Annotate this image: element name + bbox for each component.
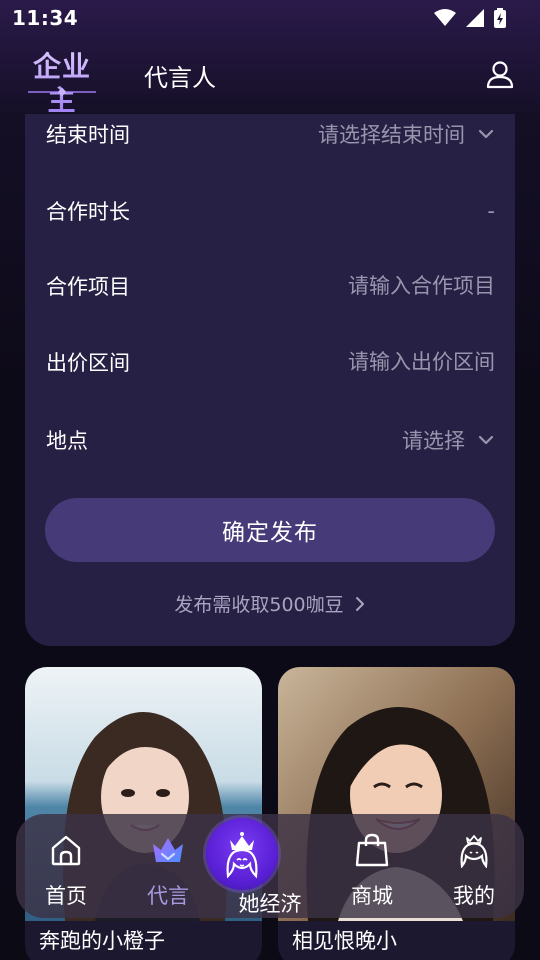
status-time: 11:34	[12, 6, 79, 30]
person-icon	[460, 835, 488, 868]
profile-name: 奔跑的小橙子	[39, 929, 165, 953]
nav-item-endorse[interactable]: 代言	[118, 814, 218, 918]
publish-form-card: 结束时间 请选择结束时间 合作时长 - 合作项目 出价区间 地点 请选择 确定发…	[25, 114, 515, 646]
end-time-select[interactable]: 请选择结束时间	[318, 119, 495, 149]
brand-title: 企业主	[24, 50, 100, 118]
confirm-publish-button[interactable]: 确定发布	[45, 498, 495, 562]
status-icons	[434, 8, 506, 28]
nav-label-mall: 商城	[351, 884, 393, 908]
nav-item-mine[interactable]: 我的	[424, 814, 524, 918]
form-row-project[interactable]: 合作项目	[25, 262, 515, 310]
duration-value: -	[487, 199, 495, 223]
crown-badge-icon	[153, 838, 183, 862]
nav-item-mall[interactable]: 商城	[322, 814, 422, 918]
wifi-icon	[434, 9, 456, 26]
chevron-down-icon	[478, 129, 494, 139]
battery-icon	[494, 8, 506, 28]
shopping-bag-icon	[355, 833, 389, 867]
price-range-input[interactable]	[275, 350, 495, 374]
form-row-price[interactable]: 出价区间	[25, 338, 515, 386]
end-time-label: 结束时间	[46, 123, 130, 147]
brand-underline-ornament	[28, 88, 96, 96]
duration-label: 合作时长	[46, 200, 130, 224]
chevron-right-icon	[355, 596, 364, 611]
nav-item-her-economy[interactable]: 她经济	[206, 814, 320, 918]
project-label: 合作项目	[46, 275, 130, 299]
price-range-label: 出价区间	[46, 351, 130, 375]
fee-note-text: 发布需收取500咖豆	[174, 594, 344, 616]
nav-item-home[interactable]: 首页	[16, 814, 116, 918]
status-bar: 11:34	[0, 0, 540, 36]
profile-name: 相见恨晚小	[292, 929, 397, 953]
end-time-value: 请选择结束时间	[318, 123, 465, 147]
chevron-down-icon	[478, 435, 494, 445]
location-select[interactable]: 请选择	[402, 425, 495, 455]
signal-icon	[466, 9, 484, 27]
home-icon	[51, 835, 81, 866]
project-input[interactable]	[275, 274, 495, 298]
location-label: 地点	[46, 429, 88, 453]
fee-note-link[interactable]: 发布需收取500咖豆	[25, 590, 515, 617]
user-icon[interactable]	[484, 58, 516, 90]
tab-spokesperson[interactable]: 代言人	[144, 58, 216, 93]
form-row-end-time[interactable]: 结束时间 请选择结束时间	[25, 110, 515, 158]
nav-label-home: 首页	[45, 884, 87, 908]
bottom-nav: 首页 代言 她经济 商城 我的	[16, 814, 524, 918]
brand-logo[interactable]: 企业主	[24, 50, 100, 117]
form-row-location[interactable]: 地点 请选择	[25, 416, 515, 464]
location-value: 请选择	[402, 429, 465, 453]
nav-label-mine: 我的	[453, 884, 495, 908]
form-row-duration: 合作时长 -	[25, 187, 515, 235]
nav-label-her-economy: 她经济	[238, 892, 302, 916]
queen-icon	[206, 818, 278, 890]
nav-label-endorse: 代言	[147, 884, 189, 908]
header: 企业主 代言人	[0, 42, 540, 117]
